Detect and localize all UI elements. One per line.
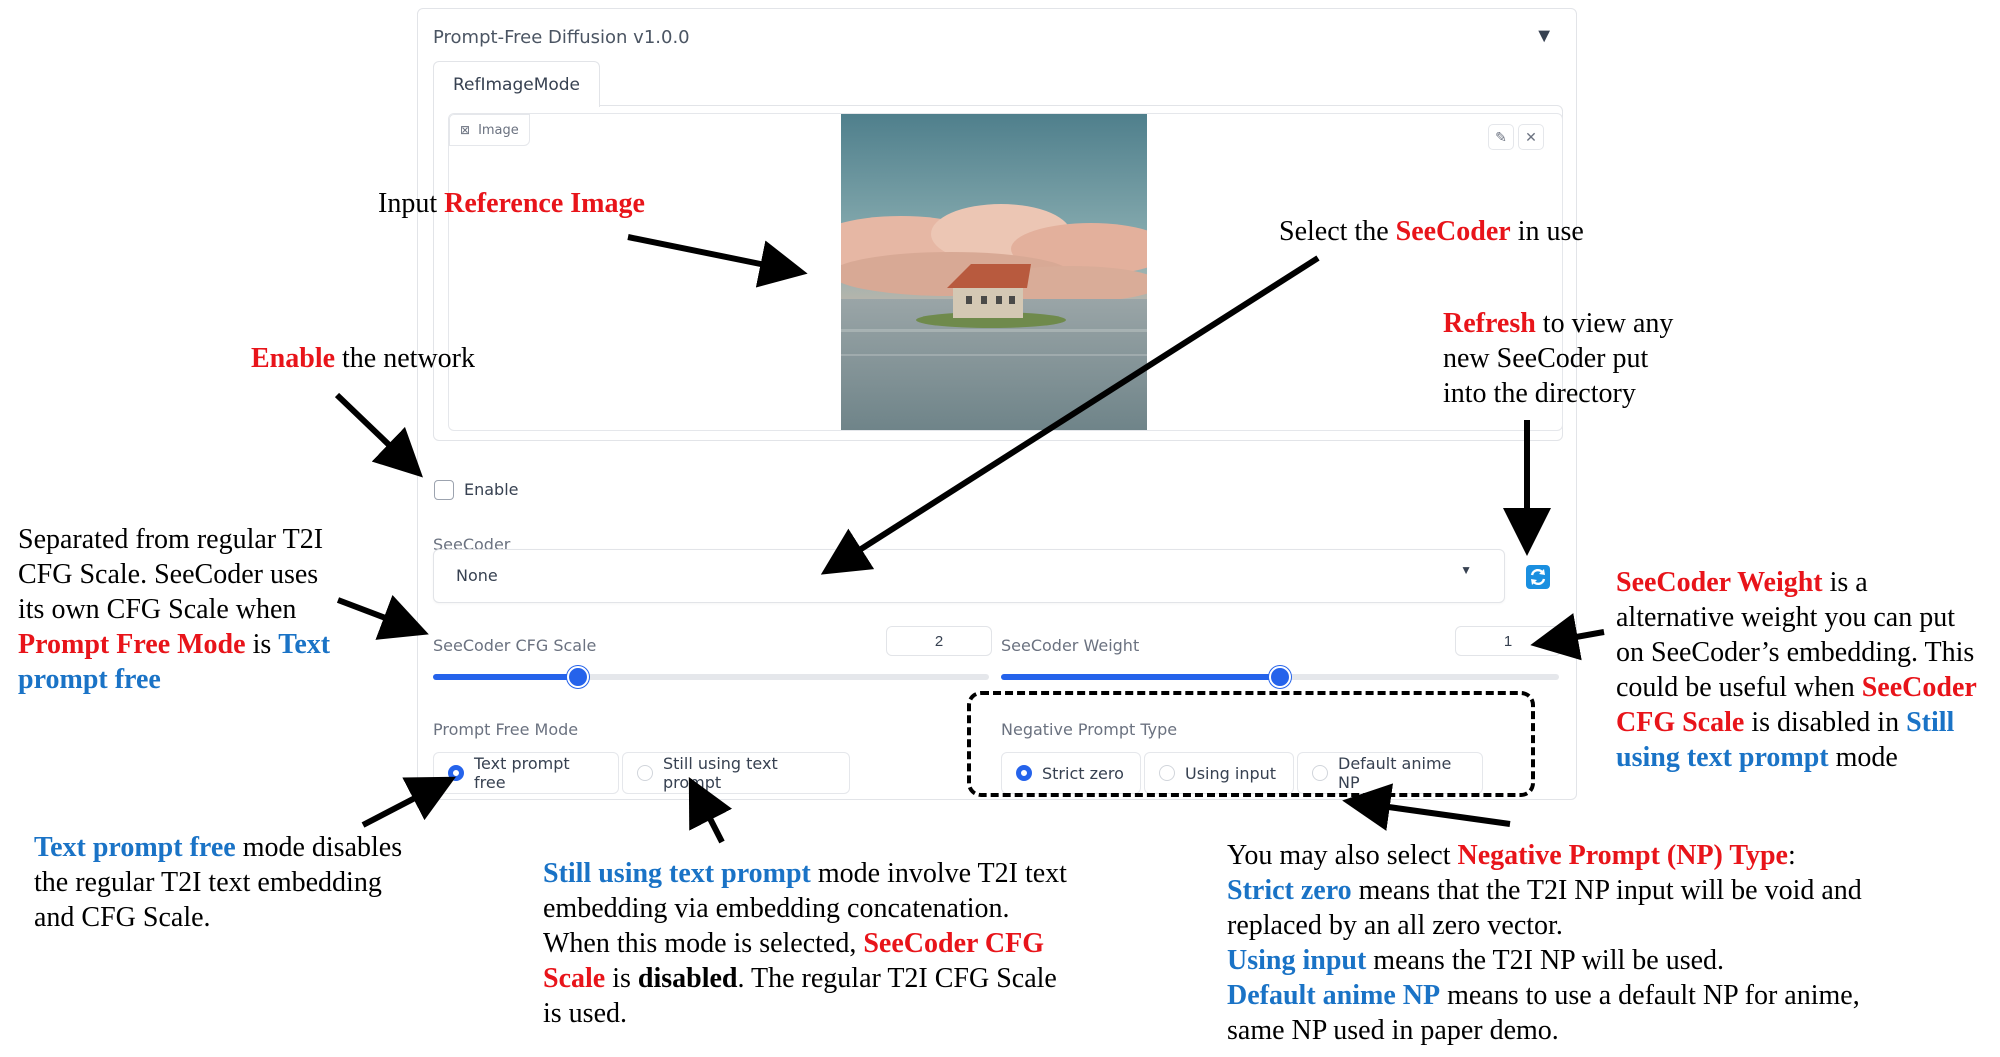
arrow-to-text-prompt-free [361, 776, 456, 828]
tab-refimagemode[interactable]: RefImageMode [433, 61, 600, 107]
arrow-to-cfg [336, 594, 429, 640]
arrow-to-image [627, 234, 808, 288]
arrow-to-enable [334, 392, 423, 478]
arrow-to-np-box [1342, 783, 1511, 831]
annotation-arrows [334, 234, 1605, 844]
arrow-to-weight [1530, 613, 1605, 661]
arrow-to-still-using [688, 776, 733, 844]
arrow-to-seecoder [820, 255, 1320, 575]
